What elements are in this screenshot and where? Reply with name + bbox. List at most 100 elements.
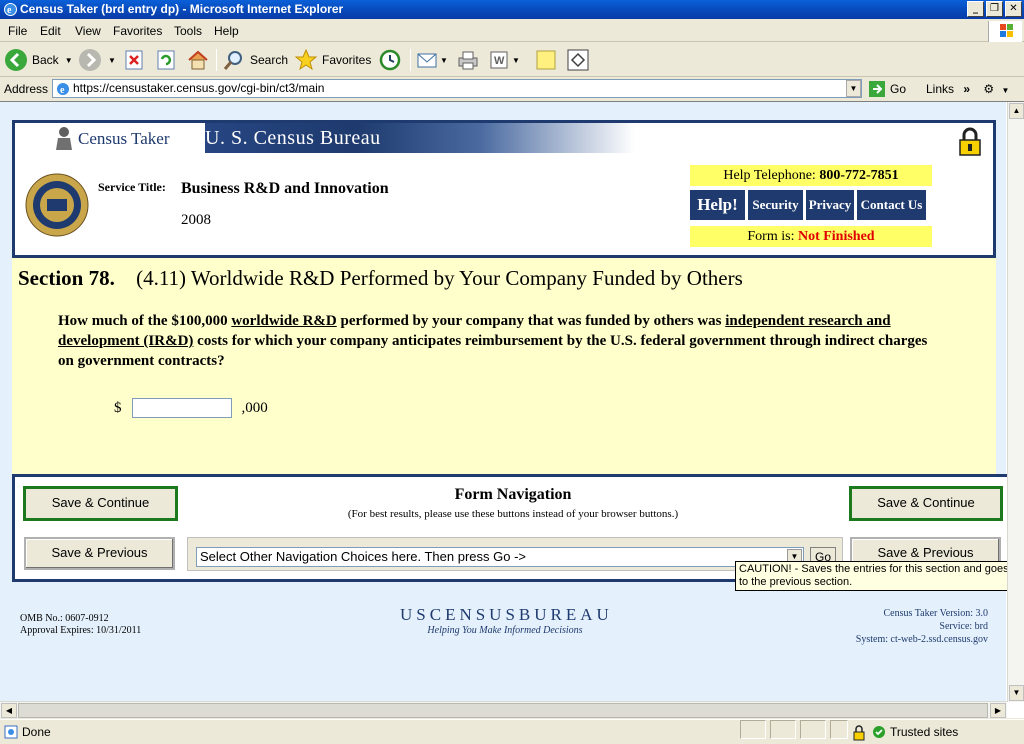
- vertical-scrollbar[interactable]: ▲ ▼: [1007, 102, 1024, 702]
- extension-icon[interactable]: ⚙: [983, 82, 994, 96]
- question-text: How much of the $100,000 worldwide R&D p…: [58, 311, 938, 371]
- address-bar: Address e https://censustaker.census.gov…: [0, 78, 1024, 100]
- thousands-suffix: ,000: [241, 399, 268, 416]
- home-icon: [188, 50, 208, 70]
- worldwide-rd-link[interactable]: worldwide R&D: [231, 313, 336, 329]
- menu-view[interactable]: View: [75, 24, 101, 38]
- status-bar: Done Trusted sites: [0, 719, 1024, 744]
- edit-dropdown-icon[interactable]: ▼: [512, 56, 520, 65]
- security-button[interactable]: Security: [748, 190, 803, 220]
- address-go-button[interactable]: Go: [868, 80, 906, 98]
- scroll-up-icon[interactable]: ▲: [1009, 103, 1024, 119]
- form-status: Form is: Not Finished: [690, 226, 932, 247]
- forward-button[interactable]: ▼: [78, 47, 116, 73]
- help-tel-number: 800-772-7851: [819, 168, 899, 183]
- trusted-sites-icon: [873, 726, 885, 738]
- horizontal-scrollbar[interactable]: ◀ ▶: [0, 701, 1007, 718]
- section-number: Section 78.: [18, 266, 115, 290]
- discuss-button[interactable]: [534, 47, 558, 73]
- links-label: Links: [926, 82, 955, 96]
- status-text: Done: [22, 725, 51, 739]
- status-done: Done: [4, 725, 51, 739]
- links-toolbar[interactable]: Links » ⚙ ▼: [926, 82, 1009, 96]
- scroll-right-icon[interactable]: ▶: [990, 703, 1006, 718]
- page-done-icon: [4, 725, 18, 739]
- menu-file[interactable]: File: [8, 24, 27, 38]
- menu-bar: File Edit View Favorites Tools Help: [0, 20, 1024, 42]
- chevron-right-icon[interactable]: »: [963, 82, 970, 96]
- contact-us-button[interactable]: Contact Us: [857, 190, 926, 220]
- back-button[interactable]: Back ▼: [4, 47, 73, 73]
- back-label: Back: [32, 53, 59, 67]
- approval-expires: Approval Expires: 10/31/2011: [20, 625, 142, 636]
- address-input[interactable]: e https://censustaker.census.gov/cgi-bin…: [52, 79, 862, 98]
- app-version: Census Taker Version: 3.0: [883, 608, 988, 619]
- note-icon: [536, 50, 556, 70]
- scroll-left-icon[interactable]: ◀: [1, 703, 17, 718]
- menu-edit[interactable]: Edit: [40, 24, 61, 38]
- stop-button[interactable]: [124, 47, 146, 73]
- messenger-button[interactable]: [566, 47, 590, 73]
- commerce-seal-icon: [25, 173, 89, 237]
- minimize-button[interactable]: _: [967, 1, 984, 17]
- close-button[interactable]: ✕: [1005, 1, 1022, 17]
- save-previous-button-left[interactable]: Save & Previous: [24, 537, 175, 570]
- service-title: Business R&D and Innovation: [181, 180, 389, 197]
- horizontal-scroll-thumb[interactable]: [18, 703, 988, 718]
- address-dropdown-icon[interactable]: ▼: [846, 80, 861, 97]
- back-arrow-icon: [5, 49, 27, 71]
- favorites-star-icon: [294, 48, 318, 71]
- window-title-bar: e Census Taker (brd entry dp) - Microsof…: [0, 0, 1024, 19]
- amount-row: $ ,000: [114, 398, 268, 418]
- mail-button[interactable]: ▼: [416, 47, 448, 73]
- ie-icon: e: [4, 3, 17, 16]
- print-button[interactable]: [456, 47, 480, 73]
- menu-help[interactable]: Help: [214, 24, 239, 38]
- security-zone[interactable]: Trusted sites: [872, 725, 958, 739]
- menu-favorites[interactable]: Favorites: [113, 24, 162, 38]
- amount-input[interactable]: [131, 398, 232, 418]
- mail-dropdown-icon[interactable]: ▼: [440, 56, 448, 65]
- history-button[interactable]: [378, 47, 402, 73]
- search-button[interactable]: Search: [222, 47, 288, 73]
- nav-choices-select[interactable]: Select Other Navigation Choices here. Th…: [196, 547, 804, 567]
- census-bureau-logo: USCENSUSBUREAU Helping You Make Informed…: [400, 605, 610, 636]
- question-part-1: How much of the $100,000: [58, 313, 232, 329]
- window-title: Census Taker (brd entry dp) - Microsoft …: [20, 2, 344, 16]
- scroll-down-icon[interactable]: ▼: [1009, 685, 1024, 701]
- census-taker-logo-icon: [56, 127, 72, 150]
- help-tel-label: Help Telephone:: [723, 168, 816, 183]
- go-arrow-icon: [869, 81, 885, 97]
- brand-name: Census Taker: [78, 129, 170, 148]
- ssl-lock-icon[interactable]: [852, 725, 866, 741]
- menu-tools[interactable]: Tools: [174, 24, 202, 38]
- help-button[interactable]: Help!: [690, 190, 745, 220]
- version-info: Census Taker Version: 3.0 Service: brd S…: [856, 607, 988, 646]
- census-header: Census Taker U. S. Census Bureau Service…: [12, 120, 996, 258]
- favorites-button[interactable]: Favorites: [294, 47, 371, 73]
- svg-text:W: W: [494, 55, 505, 67]
- extension-dropdown-icon[interactable]: ▼: [1002, 86, 1010, 95]
- privacy-button[interactable]: Privacy: [806, 190, 854, 220]
- home-button[interactable]: [186, 47, 210, 73]
- banner: Census Taker U. S. Census Bureau: [15, 123, 635, 153]
- svg-text:e: e: [7, 5, 12, 16]
- help-telephone: Help Telephone: 800-772-7851: [690, 165, 932, 186]
- restore-button[interactable]: ❐: [986, 1, 1003, 17]
- forward-dropdown-icon[interactable]: ▼: [108, 56, 116, 65]
- omb-info: OMB No.: 0607-0912 Approval Expires: 10/…: [20, 613, 141, 637]
- back-dropdown-icon[interactable]: ▼: [65, 56, 73, 65]
- stop-icon: [125, 50, 143, 70]
- omb-number: OMB No.: 0607-0912: [20, 613, 109, 624]
- save-continue-button-right[interactable]: Save & Continue: [849, 486, 1003, 521]
- print-icon: [458, 51, 478, 70]
- service-label: Service Title:: [98, 180, 166, 194]
- mail-icon: [417, 53, 437, 68]
- refresh-button[interactable]: [156, 47, 178, 73]
- census-bureau-wordmark: USCENSUSBUREAU: [400, 605, 613, 624]
- question-part-2: performed by your company that was funde…: [336, 313, 726, 329]
- caution-tooltip: CAUTION! - Saves the entries for this se…: [735, 561, 1021, 591]
- page-content: Census Taker U. S. Census Bureau Service…: [0, 102, 1021, 702]
- forward-arrow-icon: [79, 49, 101, 71]
- edit-button[interactable]: W ▼: [488, 47, 520, 73]
